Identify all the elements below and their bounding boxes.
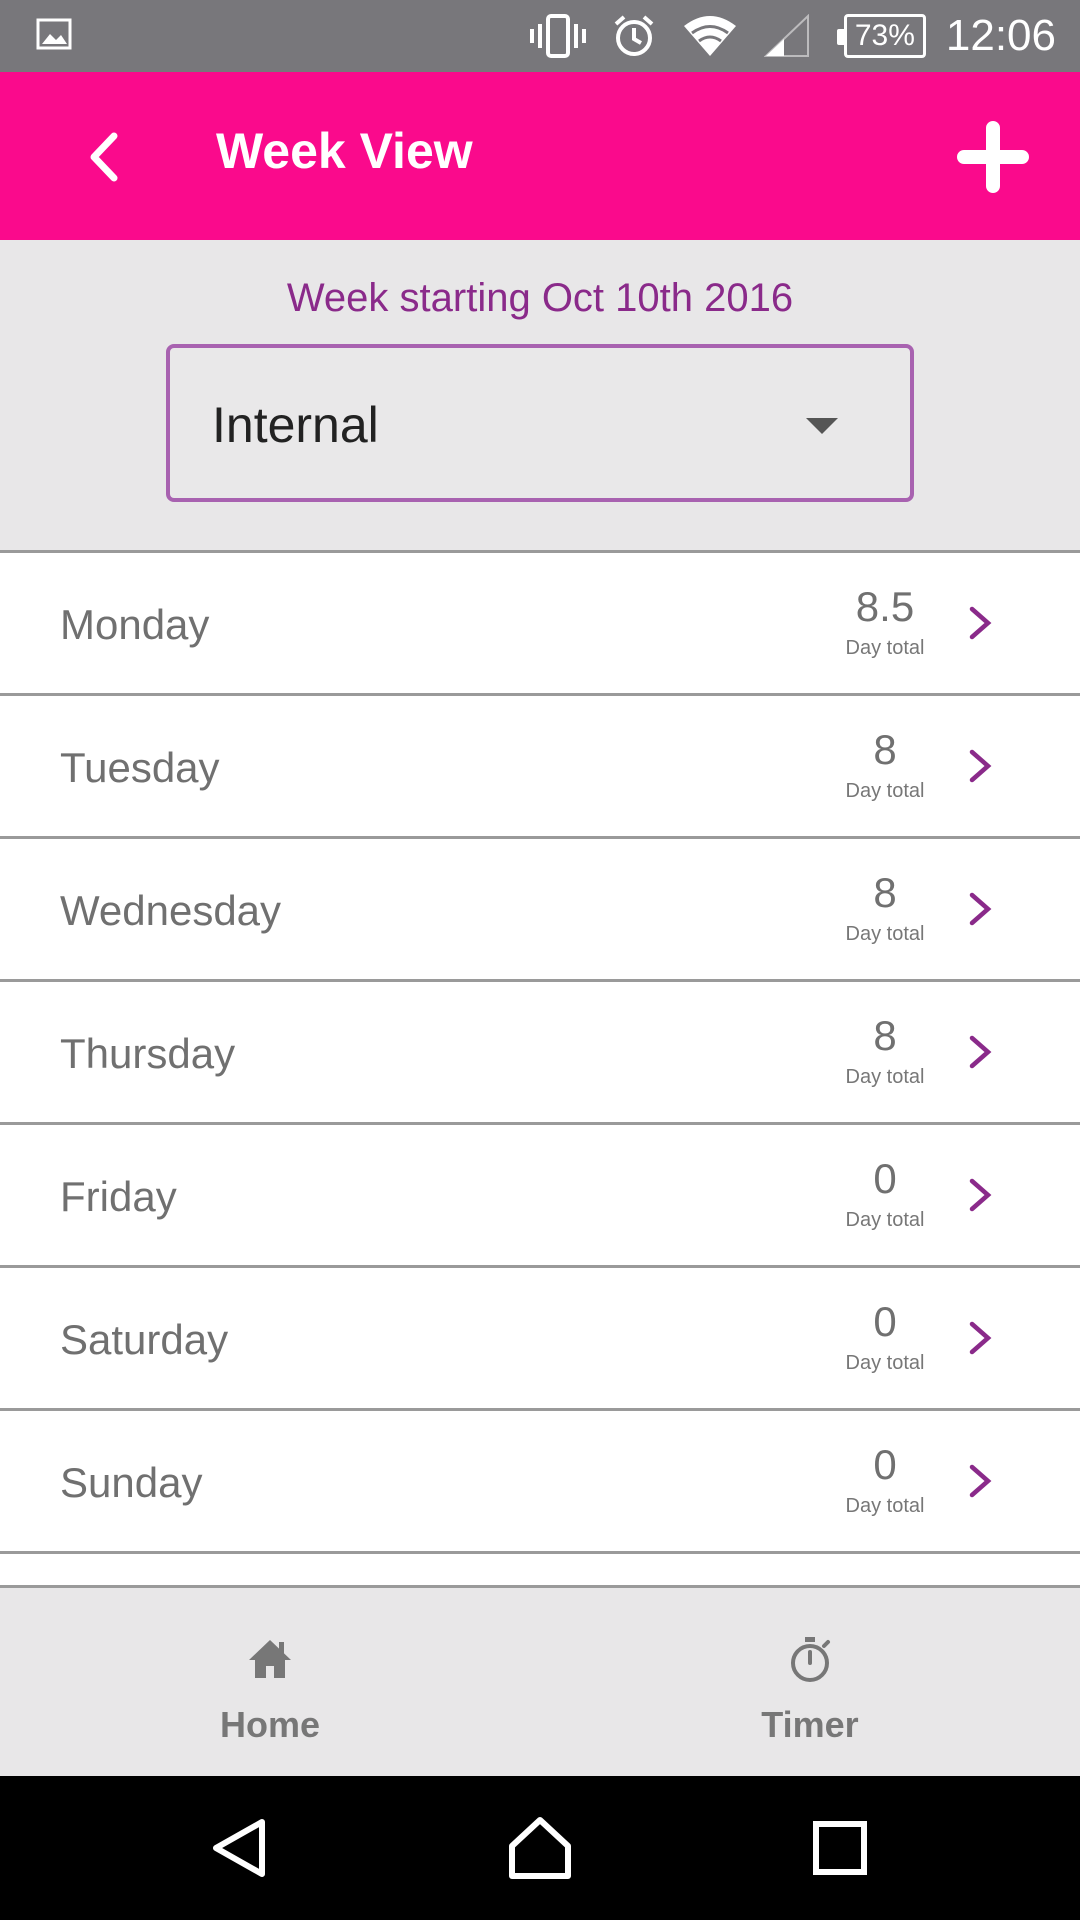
day-row-sunday[interactable]: Sunday 0 Day total (0, 1411, 1080, 1554)
vibrate-icon (529, 14, 586, 58)
app-bar: Week View (0, 72, 1080, 240)
chevron-right-icon (969, 892, 992, 926)
caret-down-icon (806, 418, 838, 434)
day-total-label: Day total (845, 1066, 925, 1088)
alarm-icon (614, 15, 654, 56)
nav-timer-label: Timer (761, 1704, 859, 1745)
day-name: Saturday (60, 1316, 229, 1363)
day-row-wednesday[interactable]: Wednesday 8 Day total (0, 839, 1080, 982)
system-nav-bar (0, 1776, 1080, 1920)
day-name: Friday (60, 1173, 177, 1220)
chevron-right-icon (969, 606, 992, 640)
clock: 12:06 (945, 11, 1056, 60)
plus-icon (957, 121, 1029, 193)
system-back-icon[interactable] (204, 1812, 276, 1884)
day-total-label: Day total (845, 1495, 925, 1517)
nav-home-label: Home (219, 1704, 321, 1745)
day-total-value: 0 (873, 1298, 897, 1345)
day-row-tuesday[interactable]: Tuesday 8 Day total (0, 696, 1080, 839)
day-total: 8 Day total (820, 726, 950, 803)
day-list: Monday 8.5 Day total Tuesday 8 Day total… (0, 550, 1080, 1588)
home-icon (249, 1640, 291, 1678)
list-divider (0, 1554, 1080, 1588)
bottom-nav: Home Timer (0, 1588, 1080, 1776)
day-total: 8 Day total (820, 869, 950, 946)
page-title: Week View (216, 123, 473, 179)
day-total-label: Day total (845, 637, 925, 659)
chevron-right-icon (969, 1035, 992, 1069)
chevron-left-icon (90, 132, 118, 182)
week-header: Week starting Oct 10th 2016 Internal (0, 240, 1080, 550)
day-total-label: Day total (845, 1352, 925, 1374)
day-row-saturday[interactable]: Saturday 0 Day total (0, 1268, 1080, 1411)
chevron-right-icon (969, 749, 992, 783)
day-total: 0 Day total (820, 1155, 950, 1232)
chevron-right-icon (969, 1321, 992, 1355)
project-select[interactable]: Internal (166, 344, 914, 502)
system-home-icon[interactable] (504, 1812, 576, 1884)
back-button[interactable] (70, 122, 140, 192)
day-total: 0 Day total (820, 1441, 950, 1518)
day-total-value: 8.5 (855, 583, 915, 630)
day-row-thursday[interactable]: Thursday 8 Day total (0, 982, 1080, 1125)
day-total: 8 Day total (820, 1012, 950, 1089)
day-name: Monday (60, 601, 210, 648)
day-total-value: 0 (873, 1441, 897, 1488)
day-total: 8.5 Day total (820, 583, 950, 660)
day-name: Sunday (60, 1459, 203, 1506)
system-recents-icon[interactable] (804, 1812, 876, 1884)
day-total-value: 0 (873, 1155, 897, 1202)
add-button[interactable] (956, 120, 1030, 194)
day-name: Tuesday (60, 744, 220, 791)
week-label: Week starting Oct 10th 2016 (286, 276, 794, 320)
day-name: Thursday (60, 1030, 236, 1077)
status-bar: 73% 12:06 (0, 0, 1080, 72)
day-total-label: Day total (845, 780, 925, 802)
battery-level: 73% (854, 19, 915, 52)
day-row-monday[interactable]: Monday 8.5 Day total (0, 553, 1080, 696)
nav-home[interactable]: Home (0, 1588, 540, 1776)
stopwatch-icon (791, 1637, 830, 1682)
day-total-value: 8 (873, 869, 897, 916)
day-total: 0 Day total (820, 1298, 950, 1375)
wifi-icon (683, 16, 736, 56)
signal-icon (763, 14, 809, 57)
project-select-value: Internal (212, 397, 379, 453)
chevron-right-icon (969, 1464, 992, 1498)
day-total-value: 8 (873, 726, 897, 773)
image-icon (36, 18, 72, 50)
day-row-friday[interactable]: Friday 0 Day total (0, 1125, 1080, 1268)
day-total-label: Day total (845, 923, 925, 945)
battery-icon: 73% (836, 14, 926, 58)
day-total-value: 8 (873, 1012, 897, 1059)
day-name: Wednesday (60, 887, 282, 934)
nav-timer[interactable]: Timer (540, 1588, 1080, 1776)
chevron-right-icon (969, 1178, 992, 1212)
day-total-label: Day total (845, 1209, 925, 1231)
